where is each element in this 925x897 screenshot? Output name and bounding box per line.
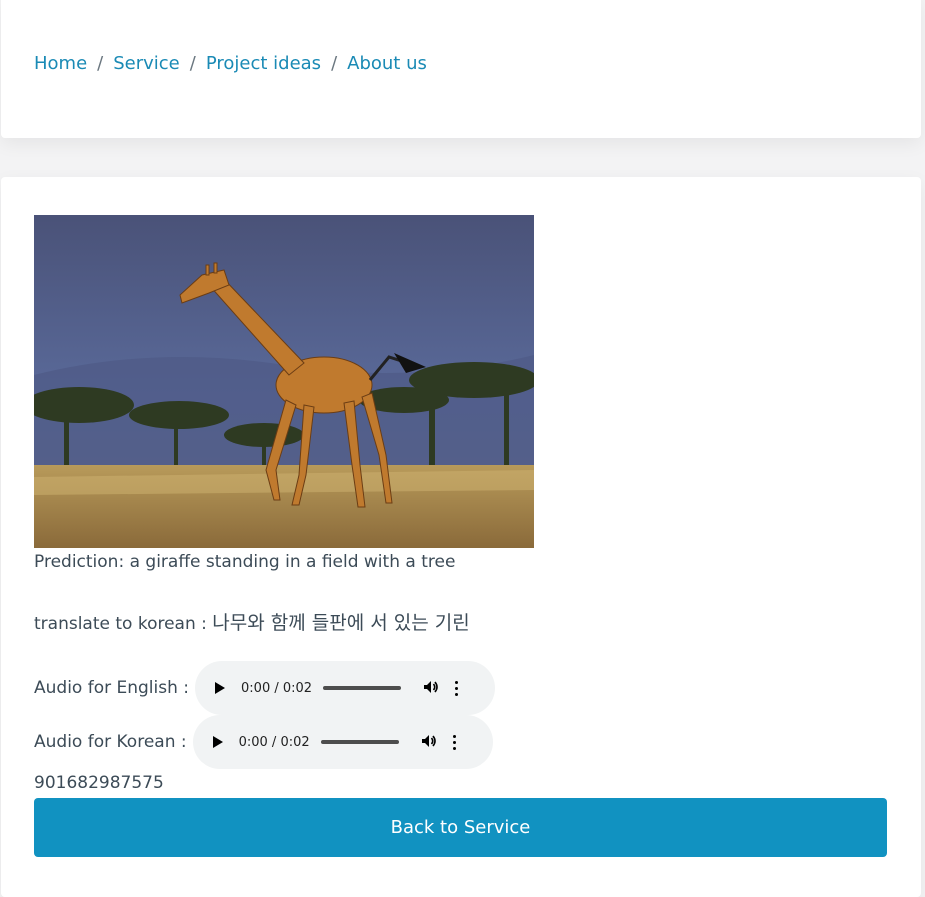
translation-line: translate to korean : 나무와 함께 들판에 서 있는 기린: [34, 608, 470, 635]
audio-english-row: Audio for English : 0:00 / 0:02: [34, 661, 496, 715]
breadcrumb-service[interactable]: Service: [113, 53, 180, 74]
breadcrumb-separator: /: [97, 53, 104, 74]
breadcrumb-separator: /: [331, 53, 338, 74]
breadcrumb-separator: /: [189, 53, 196, 74]
breadcrumb: Home / Service / Project ideas / About us: [34, 53, 427, 74]
translate-label: translate to korean :: [34, 614, 213, 634]
header-card: Home / Service / Project ideas / About us: [1, 0, 921, 138]
back-to-service-button[interactable]: Back to Service: [34, 798, 887, 857]
breadcrumb-home[interactable]: Home: [34, 53, 87, 74]
prediction-text: Prediction: a giraffe standing in a fiel…: [34, 552, 456, 572]
translation-text: 나무와 함께 들판에 서 있는 기린: [212, 612, 470, 634]
audio-time: 0:00 / 0:02: [238, 734, 310, 750]
volume-icon[interactable]: [421, 733, 437, 752]
audio-progress-slider[interactable]: [323, 686, 402, 690]
play-icon[interactable]: [212, 736, 223, 748]
giraffe-photo: [34, 215, 534, 548]
audio-player-english[interactable]: 0:00 / 0:02: [195, 661, 496, 715]
audio-korean-label: Audio for Korean :: [34, 732, 187, 752]
result-card: Prediction: a giraffe standing in a fiel…: [1, 177, 921, 897]
audio-english-label: Audio for English :: [34, 678, 190, 698]
play-icon[interactable]: [215, 682, 226, 694]
more-options-icon[interactable]: [455, 680, 459, 696]
audio-progress-slider[interactable]: [320, 740, 399, 744]
more-options-icon[interactable]: [452, 734, 456, 750]
breadcrumb-project-ideas[interactable]: Project ideas: [206, 53, 321, 74]
volume-icon[interactable]: [423, 679, 439, 698]
audio-player-korean[interactable]: 0:00 / 0:02: [192, 715, 493, 769]
breadcrumb-about-us[interactable]: About us: [347, 53, 427, 74]
audio-time: 0:00 / 0:02: [241, 680, 313, 696]
record-id: 901682987575: [34, 773, 164, 793]
audio-korean-row: Audio for Korean : 0:00 / 0:02: [34, 715, 493, 769]
